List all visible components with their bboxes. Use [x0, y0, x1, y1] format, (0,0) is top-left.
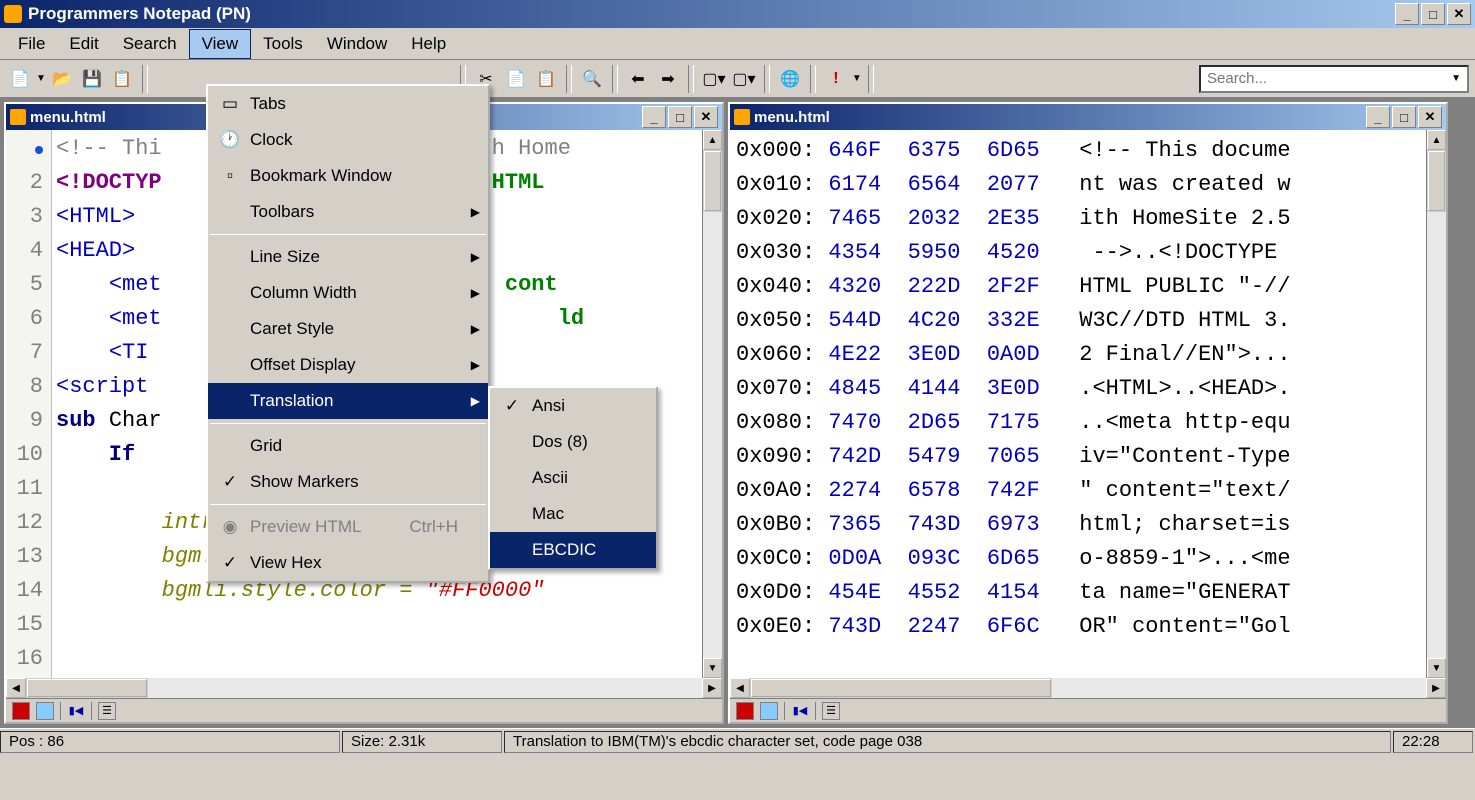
globe-button[interactable]: 🌐: [776, 65, 804, 93]
view-menu: ▭Tabs🕐Clock▫Bookmark WindowToolbars▶ Line…: [206, 84, 490, 583]
close-button[interactable]: ✕: [1447, 3, 1471, 25]
status-indicator-2[interactable]: [36, 702, 54, 720]
horizontal-scrollbar[interactable]: ◀ ▶: [6, 678, 722, 698]
minimize-button[interactable]: _: [1395, 3, 1419, 25]
alert-button[interactable]: !: [822, 65, 850, 93]
doc-minimize-button[interactable]: _: [1366, 106, 1390, 128]
indent-button[interactable]: ➡: [654, 65, 682, 93]
menu-item-view-hex[interactable]: ✓View Hex: [208, 545, 488, 581]
open-file-button[interactable]: 📂: [48, 65, 76, 93]
scroll-down-button[interactable]: ▼: [1427, 658, 1446, 678]
doc-maximize-button[interactable]: □: [1392, 106, 1416, 128]
save-all-button[interactable]: 📋: [108, 65, 136, 93]
menu-item-show-markers[interactable]: ✓Show Markers: [208, 464, 488, 500]
paste-button[interactable]: 📋: [532, 65, 560, 93]
menu-item-caret-style[interactable]: Caret Style▶: [208, 311, 488, 347]
menu-item-mac[interactable]: Mac: [490, 496, 656, 532]
menu-item-ebcdic[interactable]: EBCDIC: [490, 532, 656, 568]
scroll-up-button[interactable]: ▲: [703, 130, 722, 150]
menu-file[interactable]: File: [6, 30, 57, 58]
scroll-down-button[interactable]: ▼: [703, 658, 722, 678]
doc-close-button[interactable]: ✕: [694, 106, 718, 128]
menu-tools[interactable]: Tools: [251, 30, 315, 58]
scroll-right-button[interactable]: ▶: [702, 678, 722, 698]
copy-button[interactable]: 📄: [502, 65, 530, 93]
nav-first-button[interactable]: ▮◀: [791, 702, 809, 720]
dropdown-1[interactable]: ▢▾: [700, 65, 728, 93]
scroll-thumb[interactable]: [704, 151, 721, 211]
menu-item-translation[interactable]: Translation▶: [208, 383, 488, 419]
view-toggle-button[interactable]: ☰: [98, 702, 116, 720]
menu-item-tabs[interactable]: ▭Tabs: [208, 86, 488, 122]
status-pos: Pos : 86: [0, 731, 340, 753]
file-icon: [734, 109, 750, 125]
status-indicator-1[interactable]: [736, 702, 754, 720]
menu-view[interactable]: View: [189, 29, 252, 59]
doc-maximize-button[interactable]: □: [668, 106, 692, 128]
chevron-down-icon[interactable]: ▼: [1451, 73, 1461, 84]
app-icon: [4, 5, 22, 23]
scroll-thumb-h[interactable]: [27, 679, 147, 697]
right-document-window: menu.html _ □ ✕ 0x000: 646F 6375 6D65 <!…: [728, 102, 1448, 724]
doc-close-button[interactable]: ✕: [1418, 106, 1442, 128]
new-file-button[interactable]: 📄: [6, 65, 34, 93]
maximize-button[interactable]: □: [1421, 3, 1445, 25]
right-doc-titlebar: menu.html _ □ ✕: [730, 104, 1446, 130]
right-doc-title: menu.html: [754, 109, 1366, 126]
left-doc-statusbar: ▮◀ ☰: [6, 698, 722, 722]
menu-item-ascii[interactable]: Ascii: [490, 460, 656, 496]
file-icon: [10, 109, 26, 125]
scroll-right-button[interactable]: ▶: [1426, 678, 1446, 698]
vertical-scrollbar[interactable]: ▲ ▼: [1426, 130, 1446, 678]
menu-edit[interactable]: Edit: [57, 30, 110, 58]
view-toggle-button[interactable]: ☰: [822, 702, 840, 720]
menu-item-clock[interactable]: 🕐Clock: [208, 122, 488, 158]
titlebar: Programmers Notepad (PN) _ □ ✕: [0, 0, 1475, 28]
menu-item-column-width[interactable]: Column Width▶: [208, 275, 488, 311]
dropdown-2[interactable]: ▢▾: [730, 65, 758, 93]
status-indicator-2[interactable]: [760, 702, 778, 720]
menu-search[interactable]: Search: [111, 30, 189, 58]
menu-item-line-size[interactable]: Line Size▶: [208, 239, 488, 275]
menu-item-ansi[interactable]: ✓Ansi: [490, 388, 656, 424]
right-doc-statusbar: ▮◀ ☰: [730, 698, 1446, 722]
menu-item-grid[interactable]: Grid: [208, 428, 488, 464]
doc-minimize-button[interactable]: _: [642, 106, 666, 128]
vertical-scrollbar[interactable]: ▲ ▼: [702, 130, 722, 678]
outdent-button[interactable]: ⬅: [624, 65, 652, 93]
status-hint: Translation to IBM(TM)'s ebcdic characte…: [504, 731, 1391, 753]
scroll-thumb[interactable]: [1428, 151, 1445, 211]
search-input[interactable]: [1207, 70, 1451, 87]
menu-item-dos-8-[interactable]: Dos (8): [490, 424, 656, 460]
find-button[interactable]: 🔍: [578, 65, 606, 93]
status-indicator-1[interactable]: [12, 702, 30, 720]
nav-first-button[interactable]: ▮◀: [67, 702, 85, 720]
menu-item-preview-html: ◉Preview HTMLCtrl+H: [208, 509, 488, 545]
scroll-thumb-h[interactable]: [751, 679, 1051, 697]
save-button[interactable]: 💾: [78, 65, 106, 93]
scroll-left-button[interactable]: ◀: [730, 678, 750, 698]
menubar: FileEditSearchViewToolsWindowHelp: [0, 28, 1475, 60]
search-box[interactable]: ▼: [1199, 65, 1469, 93]
status-size: Size: 2.31k: [342, 731, 502, 753]
right-doc-content[interactable]: 0x000: 646F 6375 6D65 <!-- This docume0x…: [730, 130, 1446, 678]
statusbar: Pos : 86 Size: 2.31k Translation to IBM(…: [0, 728, 1475, 754]
line-gutter: 2345678910111213141516: [6, 130, 52, 678]
translation-submenu: ✓AnsiDos (8)AsciiMacEBCDIC: [488, 386, 658, 570]
menu-item-toolbars[interactable]: Toolbars▶: [208, 194, 488, 230]
hex-editor[interactable]: 0x000: 646F 6375 6D65 <!-- This docume0x…: [730, 130, 1426, 678]
menu-window[interactable]: Window: [315, 30, 399, 58]
scroll-up-button[interactable]: ▲: [1427, 130, 1446, 150]
menu-help[interactable]: Help: [399, 30, 458, 58]
window-buttons: _ □ ✕: [1395, 3, 1471, 25]
menu-item-bookmark-window[interactable]: ▫Bookmark Window: [208, 158, 488, 194]
app-title: Programmers Notepad (PN): [28, 4, 1395, 24]
status-time: 22:28: [1393, 731, 1473, 753]
menu-item-offset-display[interactable]: Offset Display▶: [208, 347, 488, 383]
scroll-left-button[interactable]: ◀: [6, 678, 26, 698]
horizontal-scrollbar[interactable]: ◀ ▶: [730, 678, 1446, 698]
